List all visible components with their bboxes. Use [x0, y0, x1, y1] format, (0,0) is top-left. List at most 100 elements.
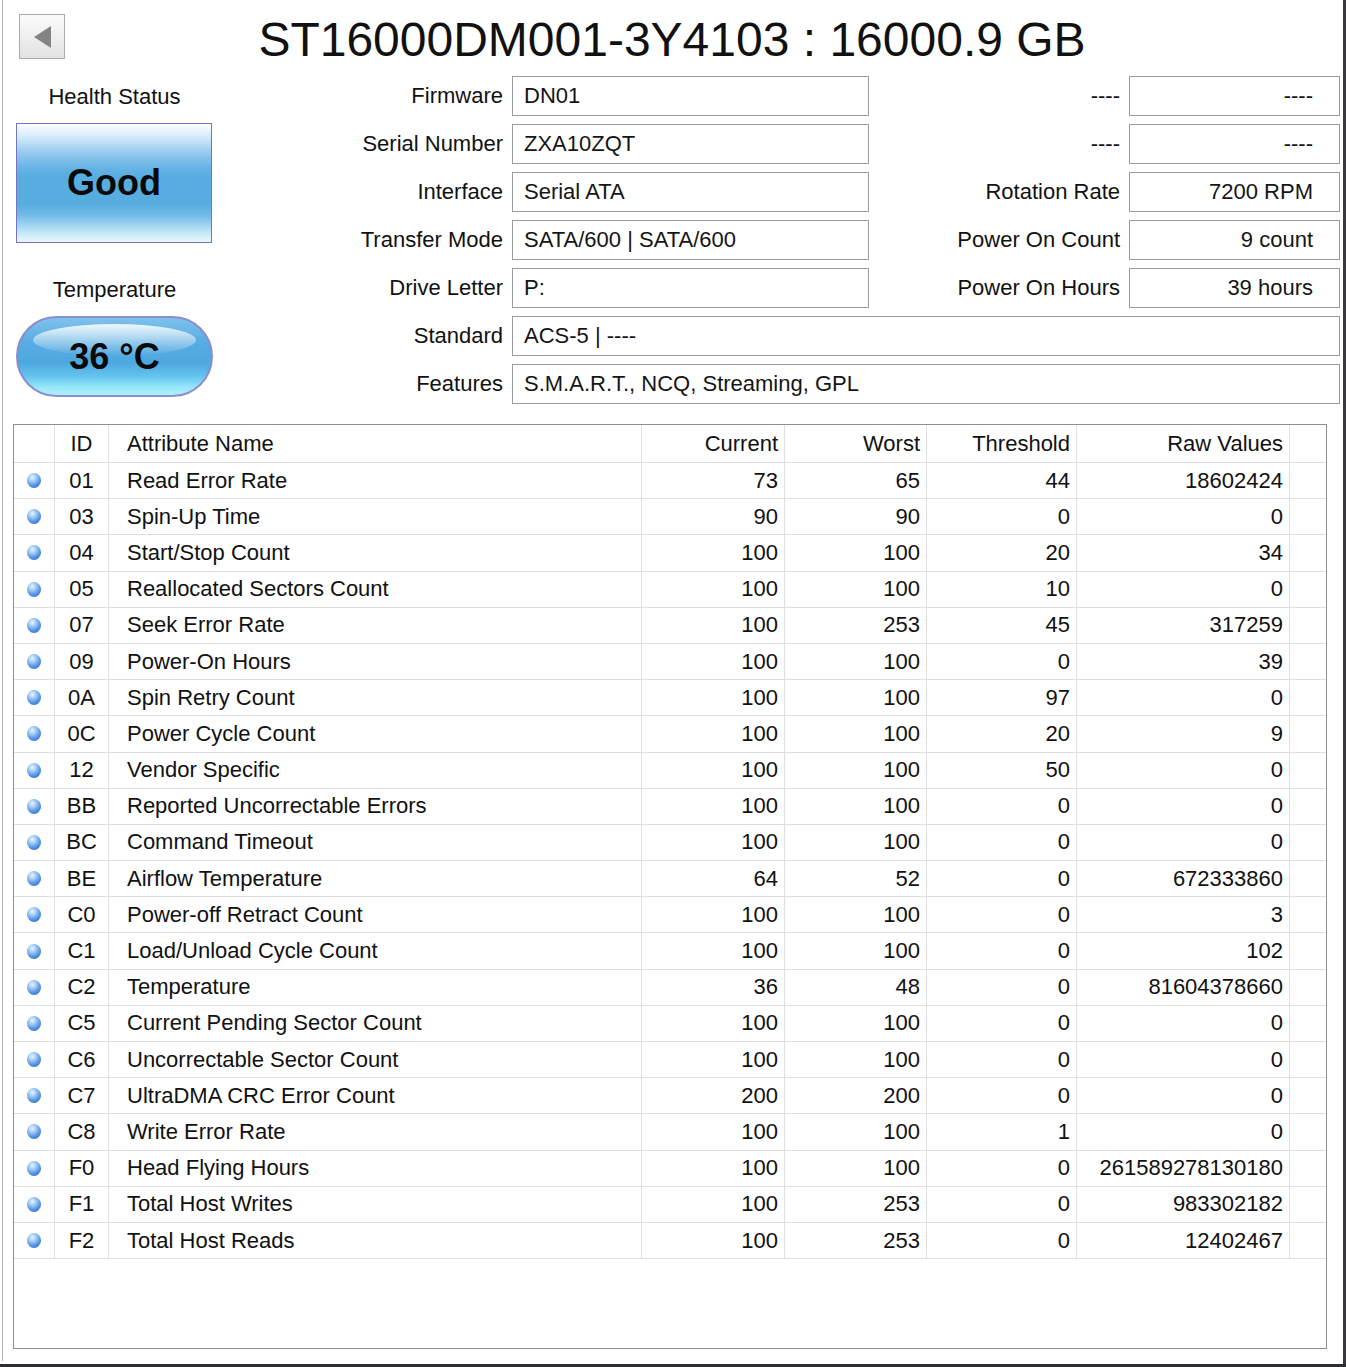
current-value-cell: 36 — [642, 970, 785, 1005]
raw-value-cell: 0 — [1077, 825, 1290, 860]
raw-value-cell: 18602424 — [1077, 463, 1290, 498]
raw-value-cell: 81604378660 — [1077, 970, 1290, 1005]
filler-cell — [1290, 825, 1326, 860]
health-dot-icon — [27, 835, 41, 850]
smart-attribute-row[interactable]: 03Spin-Up Time909000 — [14, 499, 1326, 535]
id-column-header[interactable]: ID — [55, 425, 109, 462]
smart-attribute-row[interactable]: C7UltraDMA CRC Error Count20020000 — [14, 1078, 1326, 1114]
current-value-cell: 100 — [642, 1042, 785, 1077]
smart-attribute-row[interactable]: 0CPower Cycle Count100100209 — [14, 716, 1326, 752]
health-status-value: Good — [67, 162, 161, 204]
health-status-indicator[interactable]: Good — [16, 123, 212, 243]
current-value-cell: 90 — [642, 499, 785, 534]
filler-column-header[interactable] — [1290, 425, 1326, 462]
worst-value-cell: 100 — [785, 535, 927, 570]
current-value-cell: 100 — [642, 933, 785, 968]
attribute-name-cell: UltraDMA CRC Error Count — [109, 1078, 642, 1113]
smart-attribute-row[interactable]: C0Power-off Retract Count10010003 — [14, 897, 1326, 933]
info-field-label: Power On Count — [890, 220, 1120, 260]
health-dot-icon — [27, 907, 41, 922]
smart-attribute-row[interactable]: C5Current Pending Sector Count10010000 — [14, 1006, 1326, 1042]
current-value-cell: 100 — [642, 680, 785, 715]
attribute-id-cell: 05 — [55, 572, 109, 607]
smart-attribute-row[interactable]: 07Seek Error Rate10025345317259 — [14, 608, 1326, 644]
threshold-value-cell: 0 — [927, 644, 1077, 679]
status-cell — [14, 716, 55, 751]
filler-cell — [1290, 1078, 1326, 1113]
threshold-value-cell: 0 — [927, 861, 1077, 896]
status-cell — [14, 861, 55, 896]
attribute-name-cell: Read Error Rate — [109, 463, 642, 498]
temperature-value: 36 °C — [69, 336, 159, 378]
status-cell — [14, 572, 55, 607]
smart-attribute-row[interactable]: C2Temperature3648081604378660 — [14, 970, 1326, 1006]
current-value-cell: 100 — [642, 753, 785, 788]
attribute-name-column-header[interactable]: Attribute Name — [109, 425, 642, 462]
health-dot-icon — [27, 654, 41, 669]
status-cell — [14, 753, 55, 788]
current-column-header[interactable]: Current — [642, 425, 785, 462]
smart-attribute-row[interactable]: 05Reallocated Sectors Count100100100 — [14, 572, 1326, 608]
threshold-column-header[interactable]: Threshold — [927, 425, 1077, 462]
current-value-cell: 200 — [642, 1078, 785, 1113]
smart-attribute-row[interactable]: 09Power-On Hours100100039 — [14, 644, 1326, 680]
smart-attribute-row[interactable]: F0Head Flying Hours100100026158927813018… — [14, 1151, 1326, 1187]
status-column-header[interactable] — [14, 425, 55, 462]
worst-value-cell: 100 — [785, 933, 927, 968]
attribute-id-cell: 0C — [55, 716, 109, 751]
smart-attribute-row[interactable]: C1Load/Unload Cycle Count1001000102 — [14, 933, 1326, 969]
smart-attribute-row[interactable]: BCCommand Timeout10010000 — [14, 825, 1326, 861]
smart-attribute-row[interactable]: 12Vendor Specific100100500 — [14, 753, 1326, 789]
status-cell — [14, 535, 55, 570]
worst-value-cell: 52 — [785, 861, 927, 896]
attribute-id-cell: BB — [55, 789, 109, 824]
smart-attribute-row[interactable]: C6Uncorrectable Sector Count10010000 — [14, 1042, 1326, 1078]
threshold-value-cell: 0 — [927, 1223, 1077, 1258]
raw-value-cell: 0 — [1077, 572, 1290, 607]
attribute-name-cell: Load/Unload Cycle Count — [109, 933, 642, 968]
filler-cell — [1290, 572, 1326, 607]
worst-value-cell: 100 — [785, 753, 927, 788]
smart-attribute-row[interactable]: BEAirflow Temperature64520672333860 — [14, 861, 1326, 897]
smart-attribute-row[interactable]: 01Read Error Rate73654418602424 — [14, 463, 1326, 499]
filler-cell — [1290, 680, 1326, 715]
smart-attribute-row[interactable]: 0ASpin Retry Count100100970 — [14, 680, 1326, 716]
raw-values-column-header[interactable]: Raw Values — [1077, 425, 1290, 462]
worst-value-cell: 100 — [785, 644, 927, 679]
raw-value-cell: 672333860 — [1077, 861, 1290, 896]
status-cell — [14, 1042, 55, 1077]
filler-cell — [1290, 1187, 1326, 1222]
raw-value-cell: 0 — [1077, 499, 1290, 534]
status-cell — [14, 1187, 55, 1222]
smart-attribute-row[interactable]: 04Start/Stop Count1001002034 — [14, 535, 1326, 571]
current-value-cell: 100 — [642, 608, 785, 643]
health-dot-icon — [27, 871, 41, 886]
smart-attribute-row[interactable]: F1Total Host Writes1002530983302182 — [14, 1187, 1326, 1223]
worst-column-header[interactable]: Worst — [785, 425, 927, 462]
attribute-name-cell: Seek Error Rate — [109, 608, 642, 643]
temperature-indicator[interactable]: 36 °C — [16, 316, 213, 397]
current-value-cell: 100 — [642, 789, 785, 824]
threshold-value-cell: 0 — [927, 897, 1077, 932]
attribute-name-cell: Reallocated Sectors Count — [109, 572, 642, 607]
info-field-value: 7200 RPM — [1129, 172, 1340, 212]
worst-value-cell: 253 — [785, 1187, 927, 1222]
info-field-value: S.M.A.R.T., NCQ, Streaming, GPL — [512, 364, 1340, 404]
status-cell — [14, 1078, 55, 1113]
filler-cell — [1290, 1042, 1326, 1077]
worst-value-cell: 48 — [785, 970, 927, 1005]
smart-attribute-row[interactable]: C8Write Error Rate10010010 — [14, 1114, 1326, 1150]
threshold-value-cell: 0 — [927, 970, 1077, 1005]
smart-attribute-row[interactable]: F2Total Host Reads100253012402467 — [14, 1223, 1326, 1259]
threshold-value-cell: 0 — [927, 789, 1077, 824]
health-dot-icon — [27, 618, 41, 633]
smart-attribute-row[interactable]: BBReported Uncorrectable Errors10010000 — [14, 789, 1326, 825]
current-value-cell: 100 — [642, 1223, 785, 1258]
worst-value-cell: 90 — [785, 499, 927, 534]
info-field-value: DN01 — [512, 76, 869, 116]
attribute-id-cell: F2 — [55, 1223, 109, 1258]
health-dot-icon — [27, 1052, 41, 1067]
raw-value-cell: 0 — [1077, 753, 1290, 788]
threshold-value-cell: 0 — [927, 825, 1077, 860]
filler-cell — [1290, 933, 1326, 968]
